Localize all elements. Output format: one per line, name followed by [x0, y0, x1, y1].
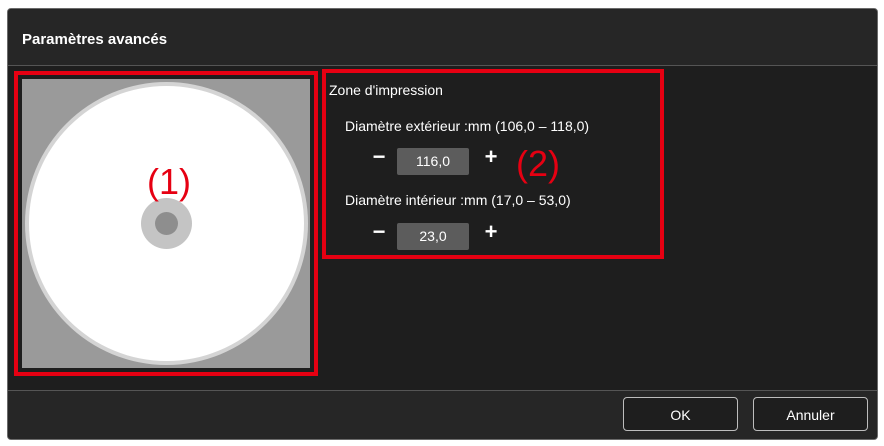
outer-diameter-label: Diamètre extérieur :mm (106,0 – 118,0): [345, 118, 590, 134]
inner-diameter-label: Diamètre intérieur :mm (17,0 – 53,0): [345, 192, 571, 208]
disc-center-hole: [155, 212, 178, 235]
dialog-title: Paramètres avancés: [22, 31, 168, 48]
outer-diameter-input[interactable]: 116,0: [397, 148, 469, 175]
callout-marker-1: (1): [147, 161, 191, 202]
outer-diameter-decrement-button[interactable]: −: [369, 146, 389, 168]
inner-diameter-increment-button[interactable]: +: [481, 221, 501, 243]
ok-button[interactable]: OK: [623, 397, 738, 431]
disc-preview: (1): [22, 79, 310, 368]
cancel-button[interactable]: Annuler: [753, 397, 868, 431]
callout-marker-2: (2): [516, 143, 560, 184]
advanced-settings-dialog: Paramètres avancés (1) Zone d'impression…: [7, 8, 878, 440]
dialog-footer: OK Annuler: [8, 390, 877, 439]
print-zone-title: Zone d'impression: [329, 82, 443, 98]
inner-diameter-input[interactable]: 23,0: [397, 223, 469, 250]
outer-diameter-increment-button[interactable]: +: [481, 146, 501, 168]
inner-diameter-decrement-button[interactable]: −: [369, 221, 389, 243]
disc-image: [25, 82, 308, 365]
dialog-body: (1) Zone d'impression Diamètre extérieur…: [8, 66, 877, 390]
dialog-titlebar: Paramètres avancés: [8, 9, 877, 66]
